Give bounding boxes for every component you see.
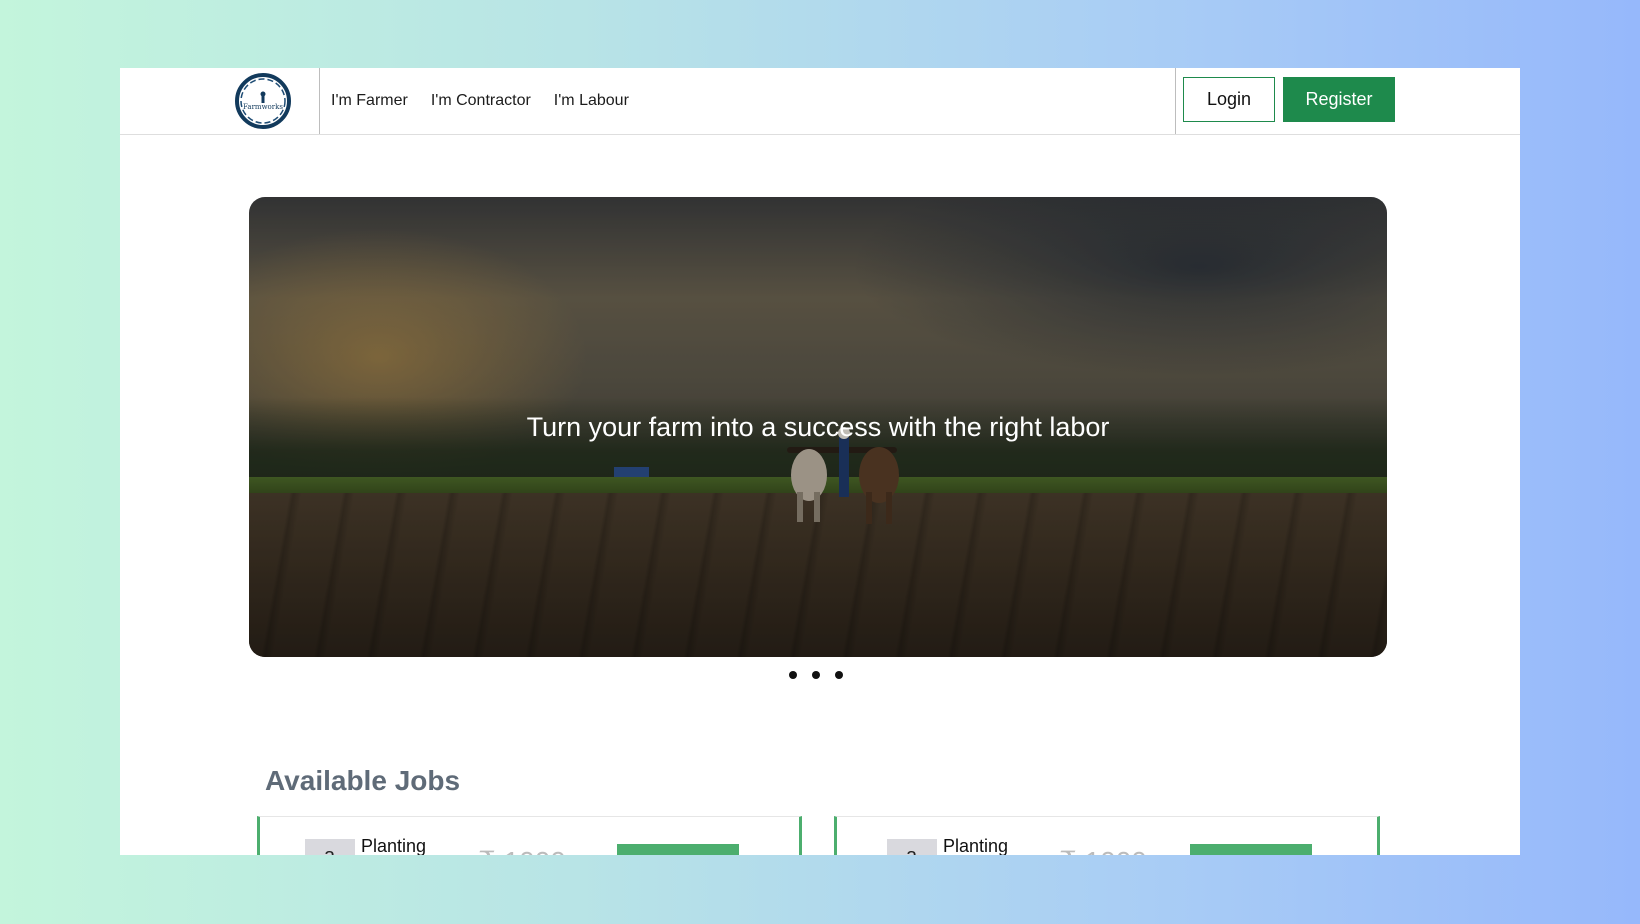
header-divider	[319, 68, 320, 134]
nav-im-farmer[interactable]: I'm Farmer	[331, 92, 408, 110]
job-thumbnail: a	[887, 839, 937, 855]
carousel-dot-1[interactable]	[789, 671, 797, 679]
header-divider	[1175, 68, 1176, 134]
register-button[interactable]: Register	[1283, 77, 1395, 122]
browser-page: Farmworks I'm Farmer I'm Contractor I'm …	[120, 68, 1520, 855]
job-thumbnail: a	[305, 839, 355, 855]
job-price: ₹ 1000	[478, 845, 566, 855]
apply-job-button[interactable]	[1190, 844, 1312, 855]
nav-im-labour[interactable]: I'm Labour	[554, 92, 629, 110]
svg-text:Farmworks: Farmworks	[243, 103, 283, 111]
job-title: Planting	[943, 836, 1009, 855]
carousel-dot-2[interactable]	[812, 671, 820, 679]
site-header: Farmworks I'm Farmer I'm Contractor I'm …	[120, 68, 1520, 135]
job-card[interactable]: a Planting ₹ 1000	[834, 816, 1380, 855]
hero-title: Turn your farm into a success with the r…	[526, 412, 1110, 442]
main-nav: I'm Farmer I'm Contractor I'm Labour	[331, 68, 629, 134]
available-jobs-heading: Available Jobs	[265, 765, 461, 796]
job-card[interactable]: a Planting ₹ 1000	[257, 816, 802, 855]
job-price: ₹ 1000	[1059, 845, 1147, 855]
carousel-indicators	[789, 671, 843, 679]
nav-im-contractor[interactable]: I'm Contractor	[431, 92, 531, 110]
logo-emblem-icon: Farmworks	[235, 73, 291, 129]
apply-job-button[interactable]	[617, 844, 739, 855]
hero-carousel-slide: Turn your farm into a success with the r…	[249, 197, 1387, 657]
carousel-dot-3[interactable]	[835, 671, 843, 679]
job-title: Planting	[361, 836, 427, 855]
login-button[interactable]: Login	[1183, 77, 1275, 122]
farmworks-logo[interactable]: Farmworks	[233, 71, 293, 131]
